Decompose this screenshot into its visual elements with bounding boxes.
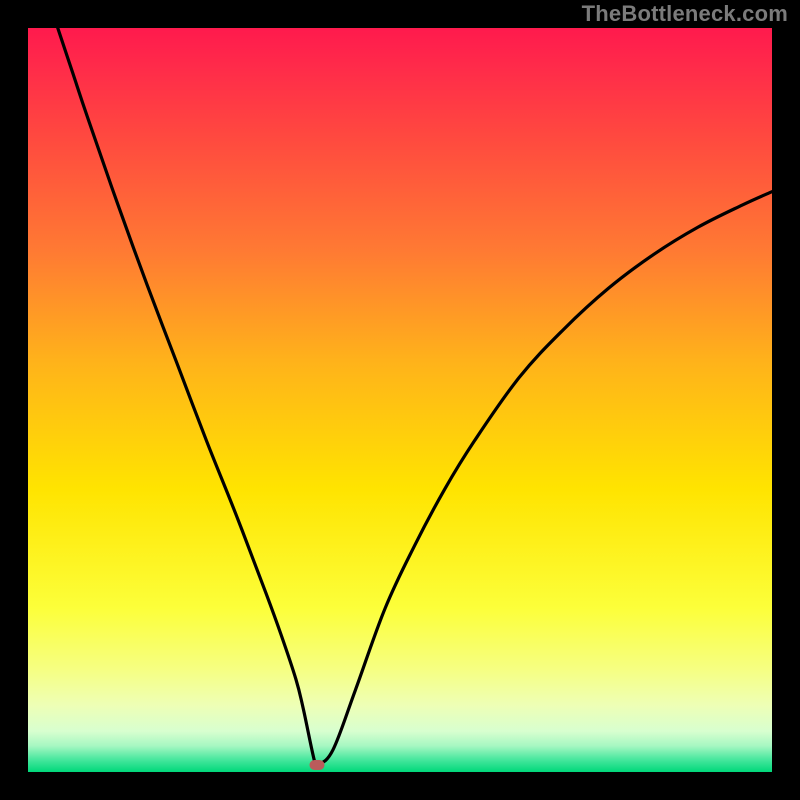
chart-frame: TheBottleneck.com (0, 0, 800, 800)
bottleneck-curve (28, 28, 772, 772)
plot-area (28, 28, 772, 772)
optimal-marker (309, 760, 324, 770)
watermark-text: TheBottleneck.com (582, 0, 788, 28)
